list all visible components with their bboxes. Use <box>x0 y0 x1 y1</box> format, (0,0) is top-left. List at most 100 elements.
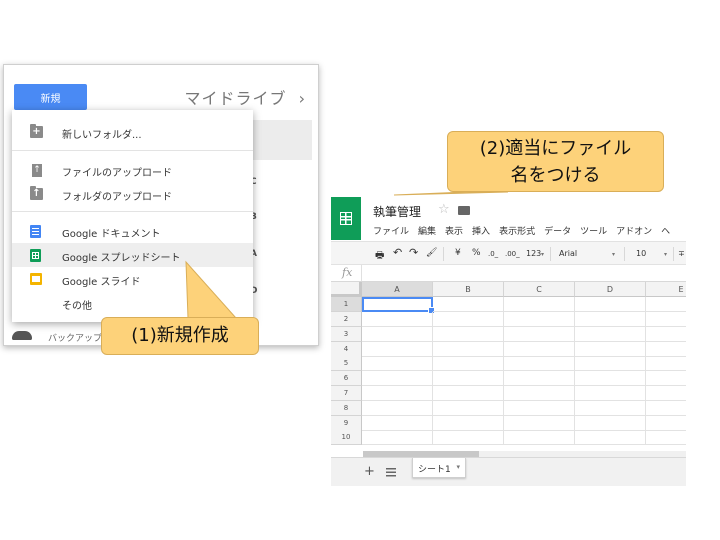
active-cell[interactable] <box>362 297 435 314</box>
formula-bar[interactable]: fx <box>331 265 686 282</box>
spreadsheet-grid[interactable]: A B C D E 1 2 3 4 5 6 7 8 9 10 <box>331 282 686 451</box>
grid-cell[interactable] <box>433 416 504 431</box>
my-drive-title[interactable]: マイドライブ › <box>184 85 306 109</box>
grid-cell[interactable] <box>504 430 575 445</box>
grid-cell[interactable] <box>575 297 646 312</box>
grid-cell[interactable] <box>646 401 686 416</box>
grid-cell[interactable] <box>362 371 433 386</box>
menu-file[interactable]: ファイル <box>373 224 409 238</box>
column-header-b[interactable]: B <box>433 282 504 297</box>
grid-cell[interactable] <box>575 356 646 371</box>
grid-cell[interactable] <box>575 371 646 386</box>
grid-cell[interactable] <box>646 342 686 357</box>
row-header[interactable]: 3 <box>331 327 362 342</box>
add-sheet-button[interactable]: + <box>364 464 375 479</box>
grid-cell[interactable] <box>362 327 433 342</box>
menu-tools[interactable]: ツール <box>580 224 607 238</box>
grid-cell[interactable] <box>646 386 686 401</box>
grid-cell[interactable] <box>504 297 575 312</box>
grid-cell[interactable] <box>504 312 575 327</box>
undo-icon[interactable]: ↶ <box>393 246 402 259</box>
grid-cell[interactable] <box>362 401 433 416</box>
column-header-e[interactable]: E <box>646 282 686 297</box>
column-header-d[interactable]: D <box>575 282 646 297</box>
folder-icon[interactable] <box>458 206 470 215</box>
column-header-a[interactable]: A <box>362 282 433 297</box>
grid-cell[interactable] <box>646 327 686 342</box>
grid-cell[interactable] <box>433 312 504 327</box>
menu-item-google-docs[interactable]: Google ドキュメント <box>12 219 253 243</box>
currency-button[interactable]: ¥ <box>455 248 461 258</box>
menu-addons[interactable]: アドオン <box>616 224 652 238</box>
grid-cell[interactable] <box>575 327 646 342</box>
row-header[interactable]: 6 <box>331 371 362 386</box>
menu-help[interactable]: ヘ <box>661 224 670 238</box>
grid-cell[interactable] <box>504 327 575 342</box>
grid-cell[interactable] <box>575 416 646 431</box>
star-icon[interactable]: ☆ <box>438 202 450 217</box>
row-header[interactable]: 8 <box>331 401 362 416</box>
grid-cell[interactable] <box>433 356 504 371</box>
menu-item-google-slides[interactable]: Google スライド <box>12 267 253 291</box>
grid-cell[interactable] <box>362 312 433 327</box>
decimal-decrease-button[interactable]: .0_ <box>488 250 498 258</box>
grid-cell[interactable] <box>646 371 686 386</box>
percent-button[interactable]: % <box>472 248 481 258</box>
menu-insert[interactable]: 挿入 <box>472 224 490 238</box>
row-header[interactable]: 7 <box>331 386 362 401</box>
grid-cell[interactable] <box>362 430 433 445</box>
grid-cell[interactable] <box>433 297 504 312</box>
print-icon[interactable]: 🖶 <box>375 248 384 265</box>
menu-item-new-folder[interactable]: + 新しいフォルダ... <box>12 120 253 144</box>
grid-cell[interactable] <box>362 356 433 371</box>
sheet-tab-1[interactable]: シート1 ▾ <box>412 458 466 478</box>
grid-cell[interactable] <box>362 342 433 357</box>
grid-cell[interactable] <box>575 312 646 327</box>
grid-cell[interactable] <box>433 342 504 357</box>
grid-cell[interactable] <box>646 312 686 327</box>
grid-cell[interactable] <box>504 356 575 371</box>
grid-cell[interactable] <box>646 356 686 371</box>
more-formats-button[interactable]: 123 <box>526 249 541 258</box>
grid-cell[interactable] <box>433 386 504 401</box>
row-header[interactable]: 2 <box>331 312 362 327</box>
document-title[interactable]: 執筆管理 <box>373 203 421 220</box>
row-header[interactable]: 1 <box>331 297 362 312</box>
grid-cell[interactable] <box>504 342 575 357</box>
grid-cell[interactable] <box>433 327 504 342</box>
grid-cell[interactable] <box>362 386 433 401</box>
menu-view[interactable]: 表示 <box>445 224 463 238</box>
grid-cell[interactable] <box>362 416 433 431</box>
font-size-select[interactable]: 10 <box>636 249 646 258</box>
grid-cell[interactable] <box>575 342 646 357</box>
grid-cell[interactable] <box>504 401 575 416</box>
menu-item-folder-upload[interactable]: ↑ フォルダのアップロード <box>12 182 253 206</box>
menu-format[interactable]: 表示形式 <box>499 224 535 238</box>
font-select[interactable]: Arial <box>559 249 577 258</box>
row-header[interactable]: 5 <box>331 356 362 371</box>
grid-cell[interactable] <box>433 371 504 386</box>
select-all-corner[interactable] <box>331 282 362 297</box>
new-button[interactable]: 新規 <box>14 84 87 110</box>
grid-cell[interactable] <box>504 416 575 431</box>
row-header[interactable]: 4 <box>331 342 362 357</box>
decimal-increase-button[interactable]: .00_ <box>505 250 520 258</box>
menu-data[interactable]: データ <box>544 224 571 238</box>
grid-cell[interactable] <box>575 401 646 416</box>
grid-cell[interactable] <box>575 430 646 445</box>
grid-cell[interactable] <box>504 371 575 386</box>
redo-icon[interactable]: ↷ <box>409 246 418 259</box>
all-sheets-icon[interactable] <box>386 468 396 477</box>
paint-format-icon[interactable]: 🖌 <box>426 248 437 258</box>
grid-cell[interactable] <box>504 386 575 401</box>
menu-edit[interactable]: 編集 <box>418 224 436 238</box>
grid-cell[interactable] <box>646 297 686 312</box>
grid-cell[interactable] <box>433 401 504 416</box>
column-header-c[interactable]: C <box>504 282 575 297</box>
sheets-logo-icon[interactable] <box>331 197 361 240</box>
row-header[interactable]: 10 <box>331 430 362 445</box>
grid-cell[interactable] <box>575 386 646 401</box>
menu-item-file-upload[interactable]: ↑ ファイルのアップロード <box>12 158 253 182</box>
row-header[interactable]: 9 <box>331 416 362 431</box>
more-icon[interactable]: ∓ <box>678 249 685 258</box>
